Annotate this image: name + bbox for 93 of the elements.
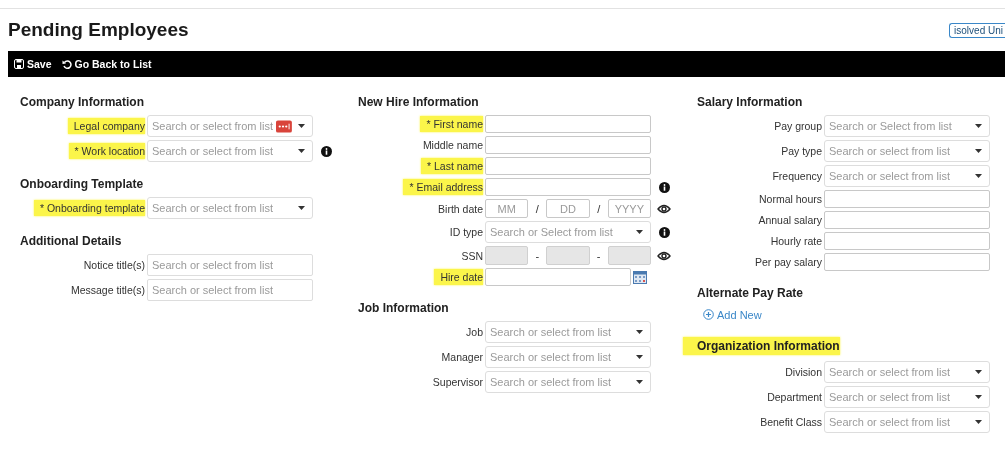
text-field[interactable]: [824, 211, 990, 229]
select-field[interactable]: Search or select from list: [824, 361, 990, 383]
select-field[interactable]: Search or select from list: [824, 140, 990, 162]
search-field[interactable]: Search or select from list: [147, 254, 313, 276]
select-field[interactable]: Search or select from list: [824, 165, 990, 187]
caret-icon: [974, 370, 982, 374]
caret-icon: [974, 420, 982, 424]
field-label: Message title(s): [70, 284, 145, 296]
field-label: * Work location: [68, 143, 145, 159]
field-label: * Last name: [420, 158, 483, 174]
section-heading: New Hire Information: [358, 95, 479, 109]
select-field[interactable]: Search or select from list: [485, 321, 651, 343]
page-title: Pending Employees: [8, 19, 189, 41]
field-label: Birth date: [438, 202, 483, 215]
separator: -: [534, 249, 541, 262]
back-button[interactable]: Go Back to List: [61, 58, 152, 70]
text-field[interactable]: YYYY: [607, 199, 651, 218]
section-heading: Salary Information: [697, 95, 803, 109]
select-field[interactable]: Search or select from list: [147, 140, 313, 162]
extension-icon[interactable]: [276, 119, 292, 133]
caret-icon: [297, 124, 305, 128]
field-label: Pay type: [781, 145, 822, 157]
field-label: Division: [785, 366, 822, 378]
caret-icon: [635, 230, 643, 234]
search-field[interactable]: Search or select from list: [147, 279, 313, 301]
caret-icon: [635, 330, 643, 334]
caret-icon: [974, 149, 982, 153]
caret-icon: [297, 206, 305, 210]
field-label: Job: [466, 326, 483, 338]
field-label: Normal hours: [758, 193, 822, 205]
section-heading: Alternate Pay Rate: [697, 286, 804, 300]
info-icon[interactable]: [658, 181, 670, 193]
field-label: Benefit Class: [760, 416, 822, 428]
field-label: ID type: [449, 226, 483, 238]
text-field[interactable]: [824, 190, 990, 208]
section-heading: Organization Information: [683, 337, 840, 355]
section-heading: Additional Details: [20, 234, 122, 248]
separator: /: [534, 202, 540, 215]
field-label: * First name: [420, 116, 483, 132]
info-icon[interactable]: [658, 226, 670, 238]
text-field[interactable]: MM: [485, 199, 529, 218]
calendar-icon[interactable]: [633, 270, 647, 284]
select-field[interactable]: Search or select from list: [147, 197, 313, 219]
text-field[interactable]: [485, 178, 651, 196]
caret-icon: [635, 380, 643, 384]
field-label: Per pay salary: [754, 256, 822, 268]
select-field[interactable]: Search or select from list: [147, 115, 313, 137]
select-field[interactable]: Search or select from list: [485, 346, 651, 368]
caret-icon: [974, 124, 982, 128]
text-field[interactable]: DD: [546, 199, 590, 218]
field-label: Frequency: [772, 170, 822, 182]
caret-icon: [974, 395, 982, 399]
field-label: * Onboarding template: [33, 200, 145, 216]
save-icon: [14, 59, 24, 69]
eye-icon[interactable]: [657, 203, 671, 214]
select-field[interactable]: Search or select from list: [485, 371, 651, 393]
field-label: Manager: [441, 351, 483, 363]
eye-icon[interactable]: [657, 250, 671, 261]
caret-icon: [974, 174, 982, 178]
text-field[interactable]: [824, 232, 990, 250]
save-button[interactable]: Save: [14, 58, 52, 70]
product-badge: isolved Uni: [949, 22, 1005, 38]
field-label: Pay group: [774, 120, 822, 132]
field-label: Hire date: [434, 269, 483, 285]
section-heading: Onboarding Template: [20, 177, 144, 191]
select-field[interactable]: Search or Select from list: [824, 115, 990, 137]
field-label: Hourly rate: [770, 235, 822, 247]
add-new-link[interactable]: Add New: [700, 308, 762, 321]
undo-icon: [61, 59, 72, 69]
date-field[interactable]: [485, 268, 631, 286]
separator: /: [596, 202, 602, 215]
field-label: Annual salary: [758, 214, 822, 226]
select-field[interactable]: Search or Select from list: [485, 221, 651, 243]
field-label: SSN: [461, 249, 483, 262]
field-label: Notice title(s): [83, 259, 145, 271]
section-heading: Company Information: [20, 95, 144, 109]
field-label: * Email address: [403, 179, 483, 195]
field-label: Supervisor: [432, 376, 483, 388]
field-label: Middle name: [422, 139, 483, 151]
section-heading: Job Information: [358, 301, 449, 315]
text-field[interactable]: [485, 157, 651, 175]
text-field[interactable]: [485, 136, 651, 154]
text-field[interactable]: [824, 253, 990, 271]
separator: -: [595, 249, 602, 262]
caret-icon: [635, 355, 643, 359]
text-field[interactable]: [485, 115, 651, 133]
select-field[interactable]: Search or select from list: [824, 411, 990, 433]
info-icon[interactable]: [320, 145, 332, 157]
select-field[interactable]: Search or select from list: [824, 386, 990, 408]
plus-circle-icon: [703, 309, 714, 320]
field-label: Legal company: [67, 118, 145, 134]
field-label: Department: [767, 391, 822, 403]
caret-icon: [297, 149, 305, 153]
